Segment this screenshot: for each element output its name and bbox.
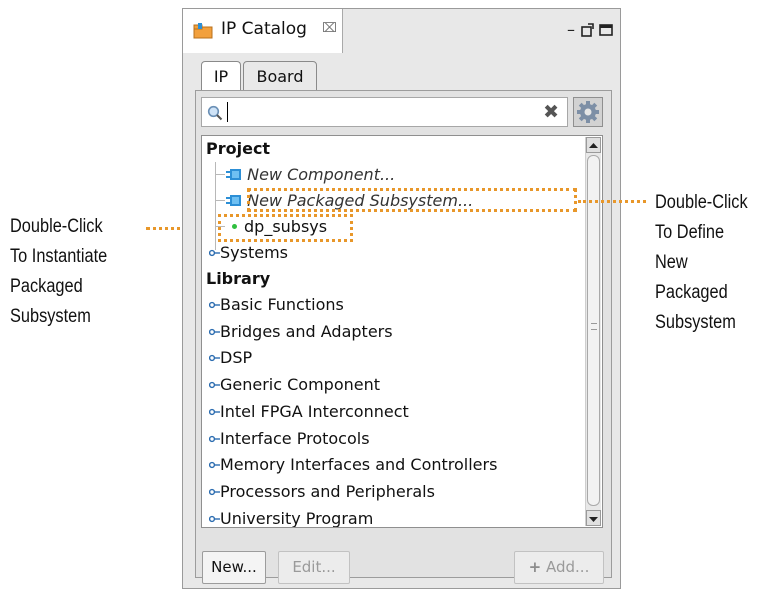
tree-guide-line — [215, 200, 225, 201]
tree-item-library[interactable]: Intel FPGA Interconnect — [206, 399, 576, 425]
scroll-down-button[interactable] — [586, 510, 601, 526]
tree-item-label: University Program — [220, 508, 374, 528]
panel-title: IP Catalog — [221, 19, 307, 39]
thumb-grip — [591, 323, 597, 330]
left-callout: Double-Click To Instantiate Packaged Sub… — [10, 212, 107, 332]
tab-board[interactable]: Board — [243, 61, 317, 91]
tree-item-label: Interface Protocols — [220, 428, 370, 448]
tree-guide-line — [215, 174, 225, 175]
right-callout-connector — [578, 200, 646, 203]
tree-item-label: Processors and Peripherals — [220, 481, 435, 501]
left-callout-line-3: Packaged — [10, 276, 83, 297]
tree-item-library[interactable]: University Program — [206, 506, 576, 528]
plus-icon: + — [528, 558, 542, 576]
left-callout-line-2: To Instantiate — [10, 246, 108, 267]
left-callout-line-4: Subsystem — [10, 306, 91, 327]
tree-item-library[interactable]: Basic Functions — [206, 292, 576, 318]
tab-ip[interactable]: IP — [201, 61, 241, 91]
right-callout-line-1: Double-Click — [655, 192, 748, 213]
maximize-icon[interactable] — [599, 24, 613, 36]
highlight-dp-subsys — [218, 214, 353, 242]
search-caret — [227, 102, 228, 122]
tree-item-label: DSP — [220, 348, 253, 368]
add-button[interactable]: + Add... — [514, 551, 604, 584]
restore-icon[interactable] — [581, 22, 595, 38]
tree-item-label: Systems — [220, 243, 288, 262]
scroll-thumb[interactable] — [587, 155, 600, 506]
component-icon — [226, 195, 241, 206]
tree-item-label: Memory Interfaces and Controllers — [220, 455, 498, 475]
ip-catalog-panel: IP Catalog ⌧ – IP Board ✖ Project New Co… — [182, 8, 621, 589]
ip-tab-content: ✖ Project New Component... New Packaged … — [195, 90, 612, 584]
tree-scrollbar[interactable] — [585, 137, 601, 526]
tree-item-label: Generic Component — [220, 375, 381, 395]
tree-item-library[interactable]: Interface Protocols — [206, 426, 576, 452]
component-icon — [226, 169, 241, 180]
tree-item-systems[interactable]: Systems — [206, 240, 506, 266]
down-arrow-icon — [589, 517, 598, 522]
up-arrow-icon — [589, 143, 598, 148]
search-input[interactable]: ✖ — [201, 97, 568, 127]
tree-item-library[interactable]: DSP — [206, 345, 576, 371]
right-callout-line-4: Subsystem — [655, 312, 736, 333]
search-icon — [207, 105, 223, 121]
tree-header-library[interactable]: Library — [206, 266, 270, 292]
close-tab-icon[interactable]: ⌧ — [322, 21, 337, 36]
tree-item-library[interactable]: Bridges and Adapters — [206, 319, 576, 345]
panel-titlebar: IP Catalog ⌧ – — [183, 9, 620, 53]
tree-guide-line — [215, 162, 216, 250]
tree-item-label: Intel FPGA Interconnect — [220, 401, 409, 421]
edit-button[interactable]: Edit... — [278, 551, 350, 584]
tree-item-label: New Component... — [247, 165, 396, 184]
highlight-new-packaged-subsystem — [247, 188, 577, 212]
minimize-icon[interactable]: – — [567, 21, 575, 39]
new-button[interactable]: New... — [202, 551, 266, 584]
tree-item-library[interactable]: Processors and Peripherals — [206, 479, 576, 505]
tree-item-label: Bridges and Adapters — [220, 321, 393, 341]
clear-search-icon[interactable]: ✖ — [543, 100, 559, 124]
ip-catalog-icon — [193, 23, 213, 39]
tab-board-label: Board — [256, 67, 304, 86]
tree-item-library[interactable]: Generic Component — [206, 372, 576, 398]
tree-item-new-component[interactable]: New Component... — [226, 162, 395, 188]
search-settings-button[interactable] — [573, 97, 603, 127]
tree-header-project[interactable]: Project — [206, 136, 270, 162]
gear-icon — [577, 101, 599, 123]
right-callout-line-3: Packaged — [655, 282, 728, 303]
scroll-up-button[interactable] — [586, 137, 601, 153]
right-callout-line-2: To Define New — [655, 222, 725, 273]
add-button-label: Add... — [546, 558, 590, 576]
tree-item-library[interactable]: Memory Interfaces and Controllers — [206, 452, 576, 478]
panel-title-tab[interactable]: IP Catalog ⌧ — [183, 9, 343, 53]
left-callout-line-1: Double-Click — [10, 216, 103, 237]
tree-item-label: Basic Functions — [220, 295, 344, 314]
right-callout: Double-Click To Define New Packaged Subs… — [655, 188, 759, 338]
tab-ip-label: IP — [213, 67, 229, 86]
